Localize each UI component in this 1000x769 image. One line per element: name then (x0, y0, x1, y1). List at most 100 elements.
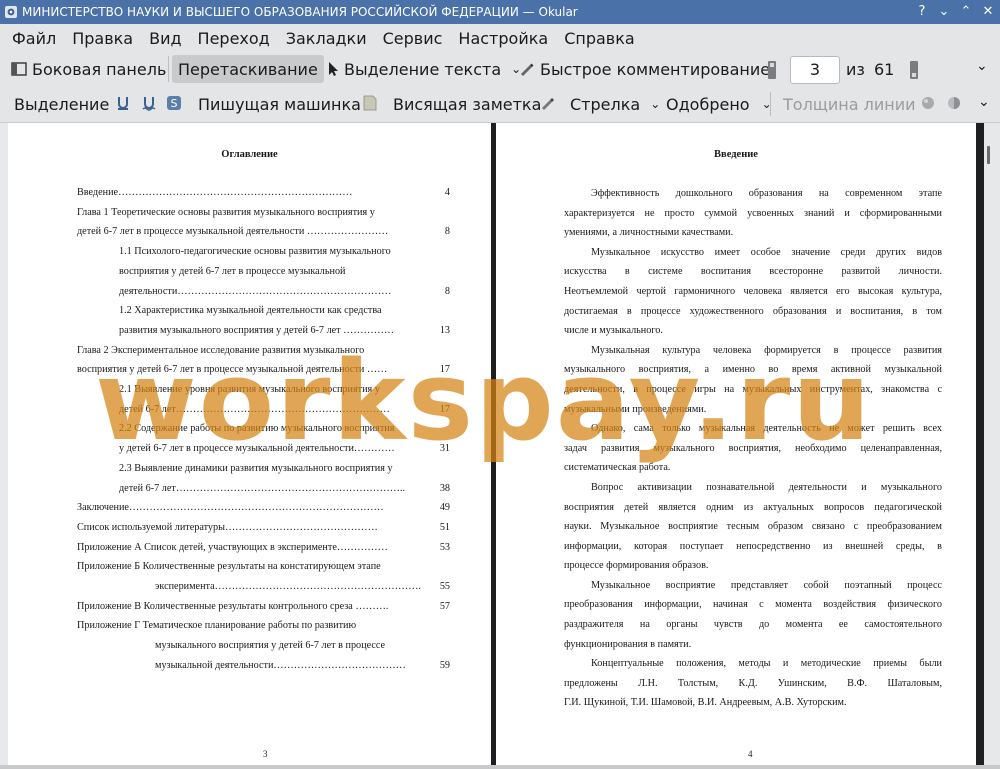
toc-entry[interactable]: Приложение А Список детей, участвующих в… (77, 538, 388, 558)
toolbar-separator (168, 56, 169, 82)
quick-comment-button[interactable]: Быстрое комментирование (518, 52, 770, 86)
menu-help[interactable]: Справка (556, 29, 643, 48)
toc-entry[interactable]: развития музыкального восприятия у детей… (119, 321, 394, 341)
document-page-3[interactable]: Оглавление Введение………………………………………………………… (8, 123, 491, 769)
next-page-icon[interactable] (908, 60, 920, 80)
menu-bookmarks[interactable]: Закладки (278, 29, 375, 48)
toc-entry[interactable]: 2.3 Выявление динамики развития музыкаль… (119, 459, 393, 479)
toc-entry[interactable]: детей 6-7 лет в процессе музыкальной дея… (77, 222, 388, 242)
text-select-label: Выделение текста (344, 59, 502, 79)
highlight-button[interactable]: Выделение (14, 86, 109, 122)
paragraph-line: Эффективность дошкольного образования на… (591, 188, 942, 199)
toc-entry[interactable]: деятельности……………………………………………………… (119, 282, 391, 302)
toc-entry[interactable]: музыкальной деятельности………………………………… (155, 656, 406, 676)
window-titlebar[interactable]: МИНИСТЕРСТВО НАУКИ И ВЫСШЕГО ОБРАЗОВАНИЯ… (0, 0, 1000, 24)
annotation-toolbar: Выделение S Пишущая машинка Висящая заме… (0, 86, 1000, 123)
previous-page-icon[interactable] (766, 60, 778, 80)
toc-entry[interactable]: Введение…………………………………………………………… (77, 183, 352, 203)
menu-edit[interactable]: Правка (64, 29, 141, 48)
drag-mode-button[interactable]: Перетаскивание (172, 55, 324, 83)
toc-entry[interactable]: восприятия у детей 6-7 лет в процессе му… (77, 360, 387, 380)
paragraph-line: информации, которая поступает непосредст… (564, 540, 942, 552)
toc-entry[interactable]: 1.2 Характеристика музыкальной деятельно… (119, 301, 382, 321)
strikeout-icon[interactable]: S (166, 95, 182, 111)
underline-icon[interactable] (116, 95, 130, 111)
arrow-tool-label: Стрелка (570, 94, 641, 114)
sidebar-button[interactable]: Боковая панель (10, 52, 166, 86)
scrollbar-thumb[interactable] (987, 146, 990, 164)
drag-mode-label: Перетаскивание (178, 59, 318, 79)
toc-entry[interactable]: музыкального восприятия у детей 6-7 лет … (155, 636, 385, 656)
paragraph-line: раздражителя на органы чувств до момента… (564, 619, 942, 631)
annotation-toolbar-overflow-icon[interactable]: ⌄ (978, 94, 990, 110)
squiggly-icon[interactable] (142, 95, 156, 111)
toc-page-number: 4 (444, 187, 450, 198)
menu-file[interactable]: Файл (0, 29, 64, 48)
vertical-scrollbar[interactable] (984, 123, 1000, 769)
paragraph-line: Неотъемлемой чертой гармоничного человек… (564, 285, 942, 297)
okular-app-icon (5, 6, 17, 18)
arrow-tool-button[interactable]: Стрелка ⌄ (570, 86, 660, 122)
paragraph-line: науки. Музыкальное восприятие тесным обр… (564, 521, 942, 533)
toc-page-number: 53 (439, 541, 450, 553)
sidebar-label: Боковая панель (32, 59, 167, 79)
toc-entry[interactable]: 2.1 Выявление уровня развития музыкально… (119, 380, 380, 400)
toc-entry[interactable]: Приложение Б Количественные результаты н… (77, 557, 381, 577)
document-background (0, 123, 8, 769)
toc-page-number: 8 (444, 285, 450, 297)
line-width-button[interactable]: Толщина линии (783, 86, 916, 122)
chevron-down-icon[interactable]: ⌄ (650, 97, 660, 111)
toc-entry[interactable]: эксперимента……………………………………………………. (155, 577, 421, 597)
menu-go[interactable]: Переход (190, 29, 278, 48)
paragraph-line: преобразования информации, начиная с мом… (564, 599, 942, 611)
popup-note-button[interactable]: Висящая заметка (393, 86, 541, 122)
paragraph-line: Г.И. Щукиной, Т.И. Шамовой, В.И. Андреев… (564, 697, 847, 709)
menu-tools[interactable]: Сервис (375, 29, 451, 48)
opacity-icon[interactable] (946, 95, 962, 111)
toc-entry[interactable]: детей 6-7 лет………………………………………………………….. (119, 479, 405, 499)
toc-page-number: 51 (439, 521, 450, 533)
toc-page-number: 13 (439, 324, 450, 336)
paragraph-line: Музыкальное искусство имеет особое значе… (591, 246, 942, 258)
stamp-button[interactable]: Одобрено ⌄ (666, 86, 772, 122)
text-select-button[interactable]: Выделение текста ⌄ (326, 52, 521, 86)
toolbar-overflow-icon[interactable]: ⌄ (976, 58, 988, 74)
toc-page-number: 8 (444, 226, 450, 238)
horizontal-scrollbar[interactable] (0, 765, 1000, 769)
maximize-icon[interactable]: ⌃ (958, 4, 974, 20)
toc-entry[interactable]: детей 6-7 лет……………………………………………………… (119, 400, 390, 420)
paragraph-line: Однако, сама только музыкальная деятельн… (591, 423, 942, 435)
close-icon[interactable]: ✕ (980, 4, 996, 20)
paragraph-line: задач развития музыкального восприятия, … (564, 442, 942, 454)
paragraph-line: Музыкальная культура человека формируетс… (591, 344, 942, 356)
page-number-input[interactable]: 3 (790, 56, 840, 84)
paragraph-line: музыкального восприятия, а именно во вре… (564, 364, 942, 376)
toc-entry[interactable]: Глава 2 Экспериментальное исследование р… (77, 341, 364, 361)
toc-page-number: 59 (439, 659, 450, 671)
toc-entry[interactable]: 2.2 Содержание работы по развитию музыка… (119, 419, 394, 439)
main-toolbar: Боковая панель Перетаскивание Выделение … (0, 52, 1000, 86)
minimize-icon[interactable]: ⌄ (936, 4, 952, 20)
toc-entry[interactable]: Глава 1 Теоретические основы развития му… (77, 203, 375, 223)
help-icon[interactable]: ? (914, 4, 930, 20)
menu-view[interactable]: Вид (141, 29, 189, 48)
typewriter-button[interactable]: Пишущая машинка (198, 86, 361, 122)
page-number-4: 4 (748, 749, 753, 759)
toc-page-number: 49 (439, 502, 450, 514)
paragraph-line: восприятия детей является одним из актуа… (564, 501, 942, 513)
paragraph-line: функционирования в памяти. (564, 638, 692, 650)
toc-entry[interactable]: Заключение………………………………………………………………… (77, 498, 384, 518)
toc-entry[interactable]: Список используемой литературы…………………………… (77, 518, 378, 538)
intro-text: Эффективность дошкольного образования на… (564, 184, 942, 713)
toc-entry[interactable]: Приложение В Количественные результаты к… (77, 597, 388, 617)
toc-page-number: 38 (439, 482, 450, 494)
document-page-4[interactable]: Введение Эффективность дошкольного образ… (496, 123, 976, 769)
menu-settings[interactable]: Настройка (450, 29, 556, 48)
paragraph-line: Концептуальные положения, методы и метод… (591, 658, 942, 670)
toc-entry[interactable]: у детей 6-7 лет в процессе музыкальной д… (119, 439, 395, 459)
pen-icon (521, 63, 534, 76)
color-icon[interactable] (920, 95, 936, 111)
toc-entry[interactable]: Приложение Г Тематическое планирование р… (77, 616, 356, 636)
toc-entry[interactable]: восприятия у детей 6-7 лет в процессе му… (119, 262, 345, 282)
toc-entry[interactable]: 1.1 Психолого-педагогические основы разв… (119, 242, 391, 262)
